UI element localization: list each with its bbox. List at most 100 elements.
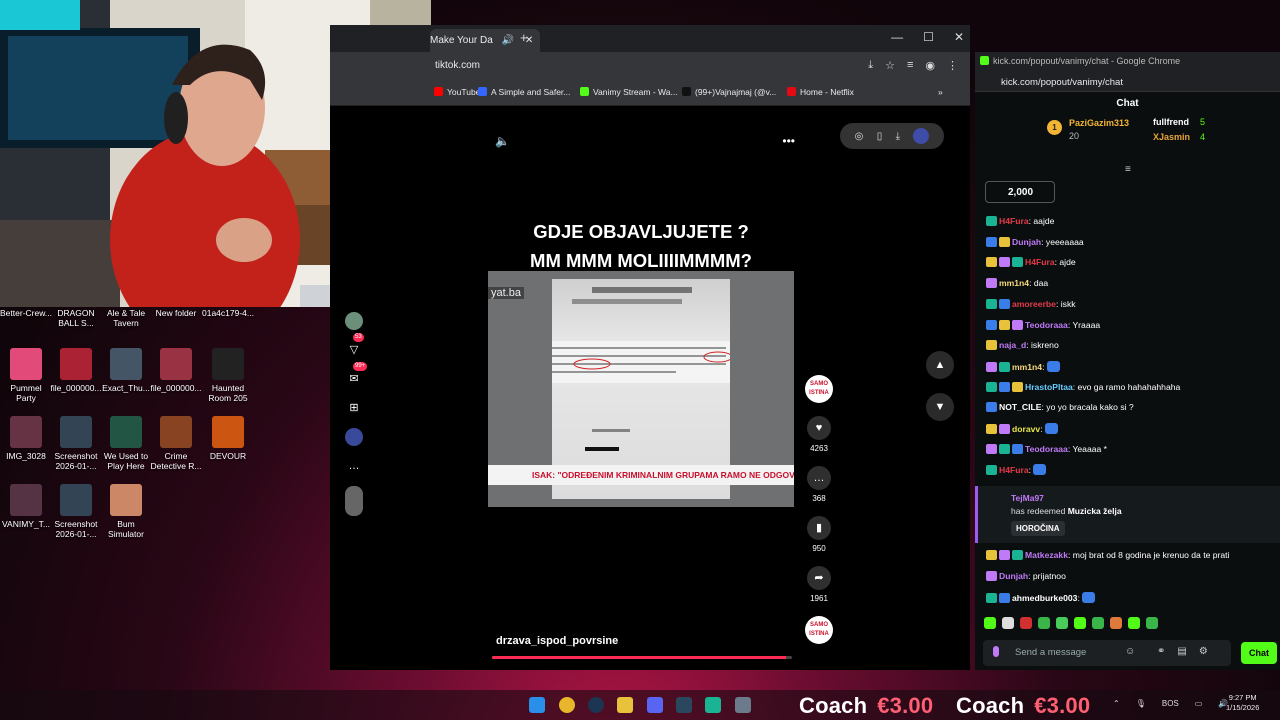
minimize-button[interactable]: — <box>891 30 903 44</box>
emote-icon[interactable] <box>1074 617 1086 629</box>
desktop-icon[interactable]: Pummel Party <box>0 348 52 403</box>
settings-app-icon[interactable] <box>735 697 751 713</box>
user-avatar[interactable] <box>913 128 930 144</box>
desktop-icon[interactable]: Better-Crew... <box>0 308 52 318</box>
chat-username[interactable]: naja_d <box>999 340 1026 350</box>
chat-url-bar[interactable]: kick.com/popout/vanimy/chat <box>975 72 1280 92</box>
desktop-icon[interactable]: Haunted Room 205 <box>202 348 254 403</box>
profile-icon[interactable]: ◉ <box>925 59 935 72</box>
leader-name-3[interactable]: XJasmin <box>1153 132 1190 142</box>
video-frame[interactable]: yat.ba ISAK: "ODREĐENIM KRIMINALNIM GRUP… <box>488 271 794 507</box>
chat-username[interactable]: mm1n4 <box>1012 362 1042 372</box>
chat-username[interactable]: Dunjah <box>1012 237 1041 247</box>
emote-icon[interactable] <box>1110 617 1122 629</box>
chevron-up-icon[interactable]: ⌃ <box>1113 694 1120 714</box>
emote-icon[interactable] <box>1038 617 1050 629</box>
bookmark-item[interactable]: Home - Netflix <box>787 87 854 97</box>
leader-name-1[interactable]: PaziGazim313 <box>1069 118 1129 128</box>
bookmark-star-icon[interactable]: ☆ <box>885 59 895 72</box>
emote-icon[interactable] <box>1056 617 1068 629</box>
close-button[interactable]: ✕ <box>954 30 964 44</box>
bookmark-item[interactable]: YouTube <box>434 87 480 97</box>
desktop-icon[interactable]: file_000000... <box>150 348 202 393</box>
leader-name-2[interactable]: fullfrend <box>1153 117 1189 127</box>
avatar[interactable] <box>345 312 363 330</box>
emoji-icon[interactable]: ☺ <box>1125 646 1135 657</box>
chat-username[interactable]: Dunjah <box>999 571 1028 581</box>
more-icon[interactable]: … <box>345 457 363 475</box>
url-field[interactable]: tiktok.com <box>435 60 480 71</box>
emote-icon[interactable] <box>1092 617 1104 629</box>
desktop-icon[interactable]: file_000000... <box>50 348 102 393</box>
chat-username[interactable]: Teodoraaa <box>1025 444 1068 454</box>
compass-icon[interactable]: ◎ <box>855 131 864 142</box>
desktop-icon[interactable]: VANIMY_T... <box>0 484 52 529</box>
filter-icon[interactable]: ≡ <box>1125 164 1131 175</box>
gift-icon[interactable]: ▤ <box>1177 646 1186 657</box>
mic-icon[interactable] <box>993 646 999 657</box>
chat-username[interactable]: H4Fura <box>999 216 1029 226</box>
send-chat-button[interactable]: Chat <box>1241 642 1277 664</box>
video-progress-bar[interactable] <box>492 656 792 659</box>
desktop-icon[interactable]: DEVOUR <box>202 416 254 461</box>
desktop-icon[interactable]: We Used to Play Here <box>100 416 152 471</box>
maximize-button[interactable]: ☐ <box>923 30 934 44</box>
chat-username[interactable]: H4Fura <box>999 465 1029 475</box>
desktop-icon[interactable]: New folder <box>150 308 202 318</box>
desktop-icon[interactable]: Bum Simulator <box>100 484 152 539</box>
emote-icon[interactable] <box>984 617 996 629</box>
windows-start-icon[interactable] <box>529 697 545 713</box>
emote-icon[interactable] <box>1020 617 1032 629</box>
redeem-user[interactable]: TejMa97 <box>1011 493 1044 503</box>
chat-username[interactable]: mm1n4 <box>999 278 1029 288</box>
chat-username[interactable]: Teodoraaa <box>1025 320 1068 330</box>
settings-icon[interactable]: ⚙ <box>1199 646 1208 657</box>
inbox-icon[interactable]: ▽ 53 <box>345 333 364 359</box>
steam-icon-2[interactable] <box>676 697 692 713</box>
chat-username[interactable]: NOT_CILE <box>999 402 1042 412</box>
emote-icon[interactable] <box>1002 617 1014 629</box>
bookmarks-overflow-icon[interactable]: » <box>938 87 943 97</box>
creator-avatar-button[interactable]: SAMO ISTINA <box>804 375 834 403</box>
next-video-button[interactable]: ▼ <box>926 393 954 421</box>
install-icon[interactable]: ⤓ <box>868 59 873 72</box>
desktop-icon[interactable]: Ale & Tale Tavern <box>100 308 152 328</box>
desktop-icon[interactable]: IMG_3028 <box>0 416 52 461</box>
chrome-icon[interactable] <box>559 697 575 713</box>
desktop-icon[interactable]: Screenshot 2026-01-... <box>50 416 102 471</box>
desktop-icon[interactable]: Exact_Thu... <box>100 348 152 393</box>
bookmark-item[interactable]: A Simple and Safer... <box>478 87 570 97</box>
profile-avatar[interactable] <box>345 428 363 446</box>
share-button[interactable]: ➦ 1961 <box>804 566 834 603</box>
device-icon[interactable]: ▯ <box>877 131 883 142</box>
taskbar-clock[interactable]: 9:27 PM 1/15/2026 <box>1226 693 1259 713</box>
app-icon[interactable] <box>705 697 721 713</box>
chat-username[interactable]: ahmedburke003 <box>1012 593 1077 603</box>
volume-icon[interactable]: 🔈 <box>495 134 510 148</box>
emote-icon[interactable] <box>1128 617 1140 629</box>
desktop-icon[interactable]: 01a4c179-4... <box>202 308 254 318</box>
display-icon[interactable]: ▭ <box>1195 694 1203 714</box>
chat-username[interactable]: HrastoPltaa <box>1025 382 1073 392</box>
speaker-icon[interactable]: 🔊 <box>502 35 514 46</box>
messages-icon[interactable]: ✉ 99+ <box>345 362 368 388</box>
like-button[interactable]: ♥ 4263 <box>804 416 834 453</box>
language-indicator[interactable]: BOS <box>1162 694 1179 714</box>
chat-username[interactable]: amoreerbe <box>1012 299 1056 309</box>
chat-username[interactable]: H4Fura <box>1025 257 1055 267</box>
desktop-icon[interactable]: DRAGON BALL S... <box>50 308 102 328</box>
folder-icon[interactable] <box>617 697 633 713</box>
save-button[interactable]: ▮ 950 <box>804 516 834 553</box>
users-icon[interactable]: ⚭ <box>1157 646 1165 657</box>
previous-video-button[interactable]: ▲ <box>926 351 954 379</box>
discord-icon[interactable] <box>647 697 663 713</box>
comment-button[interactable]: … 368 <box>804 466 834 503</box>
steam-icon[interactable] <box>588 697 604 713</box>
desktop-icon[interactable]: Screenshot 2026-01-... <box>50 484 102 539</box>
chat-username[interactable]: Matkezakk <box>1025 550 1068 560</box>
bookmark-item[interactable]: Vanimy Stream - Wa... <box>580 87 678 97</box>
following-avatars[interactable] <box>345 486 363 516</box>
media-icon[interactable]: ≡ <box>907 59 913 72</box>
menu-icon[interactable]: ⋮ <box>947 59 958 72</box>
download-icon[interactable]: ⤓ <box>896 131 900 142</box>
